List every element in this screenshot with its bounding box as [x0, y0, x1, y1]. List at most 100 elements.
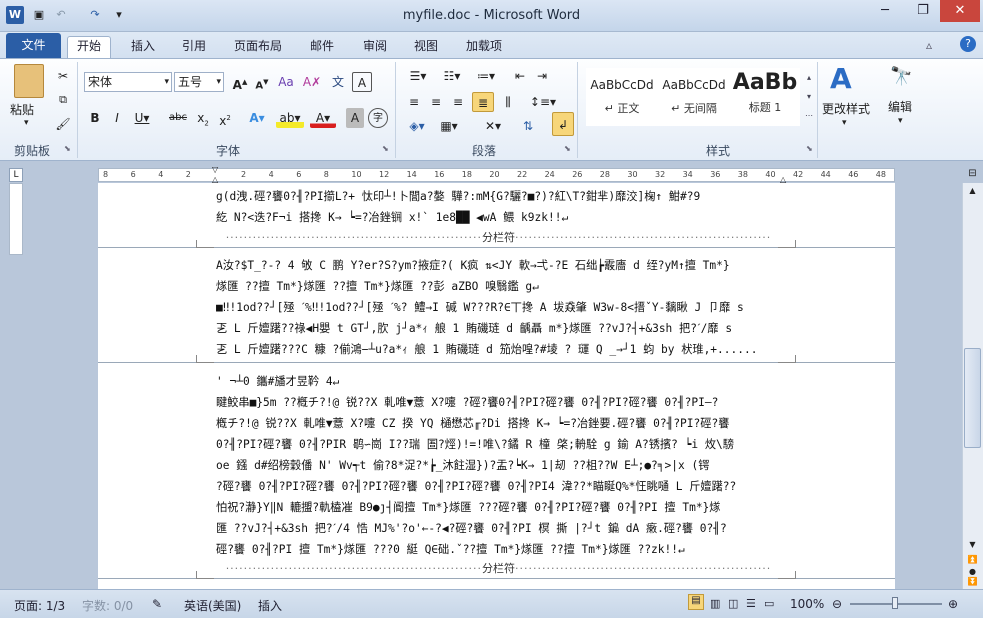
tab-insert[interactable]: 插入 — [121, 36, 165, 58]
insert-mode[interactable]: 插入 — [258, 597, 282, 614]
phonetic-guide-icon[interactable]: 文 — [328, 72, 348, 92]
next-page-icon[interactable]: ⏬ — [965, 577, 980, 587]
scroll-down-icon[interactable]: ▼ — [965, 540, 980, 552]
zoom-level[interactable]: 100% — [790, 597, 824, 611]
increase-indent-icon[interactable]: ⇥ — [532, 66, 552, 86]
show-formatting-marks-icon[interactable]: ↲ — [552, 112, 574, 136]
font-launcher-icon[interactable]: ⬊ — [382, 144, 389, 153]
page-count[interactable]: 页面: 1/3 — [14, 597, 65, 614]
proofing-icon[interactable]: ✎ — [152, 597, 162, 611]
character-shading-icon[interactable]: A — [346, 108, 364, 128]
distributed-icon[interactable]: ⫼ — [498, 92, 518, 112]
word-count[interactable]: 字数: 0/0 — [82, 597, 133, 614]
italic-icon[interactable]: I — [108, 108, 126, 128]
multilevel-list-icon[interactable]: ≔▾ — [472, 66, 500, 86]
change-case-icon[interactable]: Aa — [276, 72, 296, 92]
web-layout-icon[interactable]: ◫ — [728, 597, 738, 610]
sort-icon[interactable]: ⇅ — [518, 116, 538, 136]
outline-icon[interactable]: ☰ — [746, 597, 756, 610]
chevron-down-icon[interactable]: ▾ — [898, 116, 903, 126]
style-preview: AaBbCcDd — [590, 78, 654, 92]
shading-icon[interactable]: ◈▾ — [404, 116, 430, 136]
text-effects-icon[interactable]: A▾ — [244, 108, 270, 128]
zoom-in-icon[interactable]: ⊕ — [948, 597, 958, 611]
help-icon[interactable]: ? — [960, 36, 976, 52]
edit-button[interactable]: 编辑 — [888, 98, 912, 115]
tab-references[interactable]: 引用 — [172, 36, 216, 58]
style-normal[interactable]: AaBbCcDd ↵ 正文 — [586, 68, 658, 126]
chevron-down-icon[interactable]: ▾ — [842, 118, 847, 128]
shrink-font-icon[interactable]: A▼ — [252, 72, 272, 92]
bold-icon[interactable]: B — [86, 108, 104, 128]
minimize-button[interactable]: ─ — [866, 0, 904, 22]
language-indicator[interactable]: 英语(美国) — [184, 597, 241, 614]
tab-selector[interactable]: L — [9, 168, 23, 182]
change-styles-icon[interactable]: A — [830, 62, 852, 95]
highlight-icon[interactable]: ab▾ — [276, 108, 304, 128]
numbering-icon[interactable]: ☷▾ — [438, 66, 466, 86]
font-color-icon[interactable]: A▾ — [310, 108, 336, 128]
close-button[interactable]: ✕ — [940, 0, 980, 22]
tab-view[interactable]: 视图 — [404, 36, 448, 58]
bullets-icon[interactable]: ☰▾ — [404, 66, 432, 86]
document-line: 0?╢?PI?硜?饔 0?╢?PIR 鹖∽崗 I??瑞 圄?烴)!=!唯\?鐍 … — [216, 438, 734, 451]
minimize-ribbon-icon[interactable]: ▵ — [926, 38, 932, 52]
tab-review[interactable]: 审阅 — [353, 36, 397, 58]
strikethrough-icon[interactable]: abc — [166, 108, 190, 128]
ruler-tick-label: 44 — [820, 170, 831, 179]
enclose-characters-icon[interactable]: 字 — [368, 108, 388, 128]
previous-page-icon[interactable]: ⏫ — [965, 555, 980, 567]
paste-icon[interactable] — [14, 64, 44, 98]
scroll-up-icon[interactable]: ▲ — [965, 186, 980, 200]
paste-dropdown-icon[interactable]: ▾ — [24, 118, 29, 128]
align-right-icon[interactable]: ≡ — [448, 92, 468, 112]
tab-mailings[interactable]: 邮件 — [300, 36, 344, 58]
chevron-down-icon[interactable]: ▾ — [164, 73, 171, 91]
tab-file[interactable]: 文件 — [6, 33, 61, 58]
underline-icon[interactable]: U▾ — [130, 108, 154, 128]
chinese-layout-icon[interactable]: ✕▾ — [478, 116, 508, 136]
margin-marker — [196, 355, 214, 363]
tab-addins[interactable]: 加载项 — [456, 36, 512, 58]
styles-scroll[interactable]: ▴ ▾ ⋯ — [804, 68, 814, 126]
style-heading-1[interactable]: AaBb 标题 1 — [730, 68, 800, 126]
character-border-icon[interactable]: A — [352, 72, 372, 92]
ruler-tick-label: 46 — [848, 170, 859, 179]
find-icon[interactable]: 🔭 — [890, 66, 912, 87]
align-center-icon[interactable]: ≡ — [426, 92, 446, 112]
style-no-spacing[interactable]: AaBbCcDd ↵ 无间隔 — [658, 68, 730, 126]
format-painter-icon[interactable]: 🖌 — [54, 114, 72, 134]
decrease-indent-icon[interactable]: ⇤ — [510, 66, 530, 86]
font-size-combo[interactable]: 五号 ▾ — [174, 72, 224, 92]
line-spacing-icon[interactable]: ↕≡▾ — [528, 92, 558, 112]
justify-icon[interactable]: ≣ — [472, 92, 494, 112]
browse-object-icon[interactable]: ● — [965, 567, 980, 577]
cut-icon[interactable]: ✂ — [54, 66, 72, 86]
tab-home[interactable]: 开始 — [67, 36, 112, 58]
change-styles-button[interactable]: 更改样式 — [822, 100, 870, 117]
draft-icon[interactable]: ▭ — [764, 597, 774, 610]
borders-icon[interactable]: ▦▾ — [436, 116, 462, 136]
styles-launcher-icon[interactable]: ⬊ — [806, 144, 813, 153]
align-left-icon[interactable]: ≡ — [404, 92, 424, 112]
font-name-combo[interactable]: 宋体 ▾ — [84, 72, 172, 92]
first-line-indent-marker[interactable]: ▽ — [212, 166, 222, 174]
subscript-icon[interactable]: x2 — [192, 108, 214, 128]
zoom-out-icon[interactable]: ⊖ — [832, 597, 842, 611]
restore-button[interactable]: ❐ — [904, 0, 942, 22]
copy-icon[interactable]: ⧉ — [54, 90, 72, 110]
paste-button[interactable]: 粘贴 — [10, 101, 34, 118]
chevron-down-icon[interactable]: ▾ — [216, 73, 223, 91]
clear-formatting-icon[interactable]: A✗ — [302, 72, 322, 92]
scroll-thumb[interactable] — [964, 348, 981, 448]
tab-page-layout[interactable]: 页面布局 — [224, 36, 292, 58]
clipboard-launcher-icon[interactable]: ⬊ — [64, 144, 71, 153]
grow-font-icon[interactable]: A▲ — [230, 72, 250, 92]
full-screen-reading-icon[interactable]: ▥ — [710, 597, 720, 610]
view-ruler-icon[interactable]: ⊟ — [962, 168, 983, 182]
vertical-ruler[interactable] — [9, 183, 23, 255]
paragraph-launcher-icon[interactable]: ⬊ — [564, 144, 571, 153]
superscript-icon[interactable]: x2 — [214, 108, 236, 128]
zoom-slider-thumb[interactable] — [892, 597, 898, 609]
print-layout-icon[interactable]: ▤ — [688, 594, 704, 610]
